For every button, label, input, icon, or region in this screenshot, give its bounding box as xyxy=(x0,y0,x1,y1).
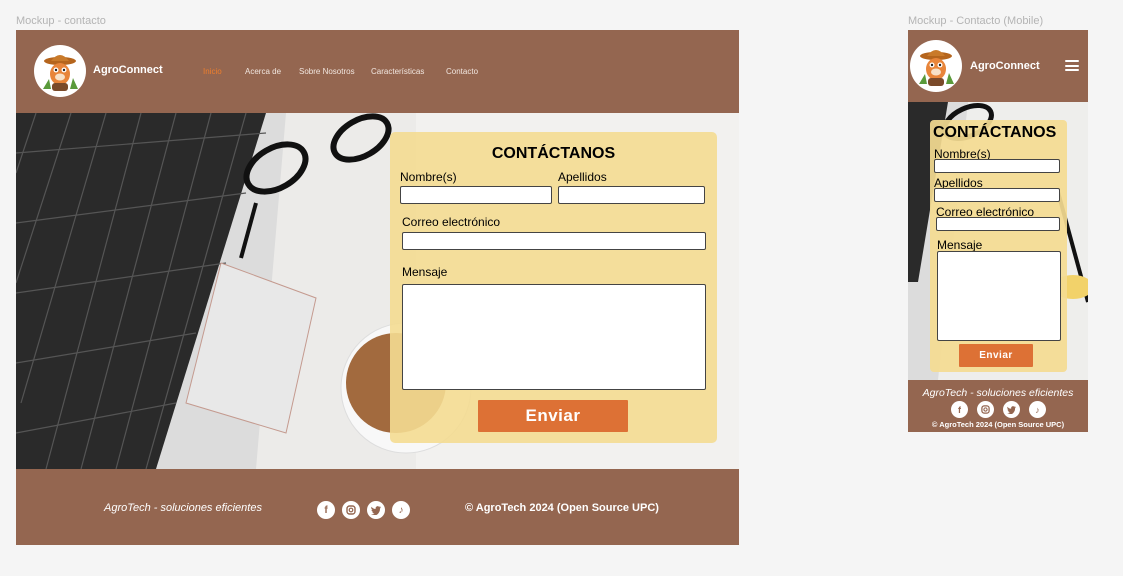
instagram-icon[interactable] xyxy=(977,401,994,418)
social-links: f ♪ xyxy=(951,401,1055,418)
mobile-mockup: AgroConnect CONTÁCTANOS Nombre(s) Apelli… xyxy=(908,30,1088,432)
form-title: CONTÁCTANOS xyxy=(491,145,616,162)
message-field[interactable] xyxy=(937,251,1061,341)
first-name-field[interactable] xyxy=(934,159,1060,173)
facebook-icon[interactable]: f xyxy=(951,401,968,418)
desktop-footer: AgroTech - soluciones eficientes f ♪ © A… xyxy=(16,469,739,545)
email-label: Correo electrónico xyxy=(402,215,501,229)
last-name-label: Apellidos xyxy=(558,170,607,184)
nav-item-inicio[interactable]: Inicio xyxy=(203,67,222,76)
footer-tagline: AgroTech - soluciones eficientes xyxy=(922,387,1074,399)
email-field[interactable] xyxy=(402,232,706,250)
submit-button[interactable]: Enviar xyxy=(478,400,628,432)
nav-item-caracteristicas[interactable]: Características xyxy=(371,67,424,76)
twitter-icon[interactable] xyxy=(1003,401,1020,418)
hero-section: CONTÁCTANOS Nombre(s) Apellidos Correo e… xyxy=(16,113,739,469)
mobile-frame-label: Mockup - Contacto (Mobile) xyxy=(908,15,1044,27)
contact-form-card: CONTÁCTANOS Nombre(s) Apellidos Correo e… xyxy=(930,120,1067,372)
mobile-header: AgroConnect xyxy=(908,30,1088,102)
email-field[interactable] xyxy=(936,217,1060,231)
nav-item-acerca-de[interactable]: Acerca de xyxy=(245,67,281,76)
mobile-footer: AgroTech - soluciones eficientes f ♪ © A… xyxy=(908,380,1088,432)
first-name-label: Nombre(s) xyxy=(400,170,457,184)
desktop-mockup: AgroConnect Inicio Acerca de Sobre Nosot… xyxy=(16,30,739,545)
footer-copyright: © AgroTech 2024 (Open Source UPC) xyxy=(931,420,1065,429)
brand-name[interactable]: AgroConnect xyxy=(970,60,1040,72)
message-label: Mensaje xyxy=(937,238,983,252)
message-label: Mensaje xyxy=(402,265,448,279)
submit-button[interactable]: Enviar xyxy=(959,344,1033,367)
footer-tagline: AgroTech - soluciones eficientes xyxy=(104,502,262,514)
form-title: CONTÁCTANOS xyxy=(933,124,1057,141)
contact-form-card: CONTÁCTANOS Nombre(s) Apellidos Correo e… xyxy=(390,132,717,443)
brand-name[interactable]: AgroConnect xyxy=(93,64,163,76)
instagram-icon[interactable] xyxy=(342,501,360,519)
nav-item-contacto[interactable]: Contacto xyxy=(446,67,478,76)
hamburger-menu-icon[interactable] xyxy=(1065,60,1079,71)
mobile-hero-section: CONTÁCTANOS Nombre(s) Apellidos Correo e… xyxy=(908,102,1088,380)
tiktok-icon[interactable]: ♪ xyxy=(1029,401,1046,418)
desktop-header: AgroConnect Inicio Acerca de Sobre Nosot… xyxy=(16,30,739,113)
last-name-field[interactable] xyxy=(934,188,1060,202)
message-field[interactable] xyxy=(402,284,706,390)
first-name-field[interactable] xyxy=(400,186,552,204)
farmer-mascot-logo-icon[interactable] xyxy=(34,45,86,97)
desktop-frame-label: Mockup - contacto xyxy=(16,15,106,27)
last-name-field[interactable] xyxy=(558,186,705,204)
twitter-icon[interactable] xyxy=(367,501,385,519)
nav-item-sobre-nosotros[interactable]: Sobre Nosotros xyxy=(299,67,355,76)
farmer-mascot-logo-icon[interactable] xyxy=(910,40,962,92)
facebook-icon[interactable]: f xyxy=(317,501,335,519)
footer-copyright: © AgroTech 2024 (Open Source UPC) xyxy=(465,502,659,514)
social-links: f ♪ xyxy=(317,501,417,519)
tiktok-icon[interactable]: ♪ xyxy=(392,501,410,519)
